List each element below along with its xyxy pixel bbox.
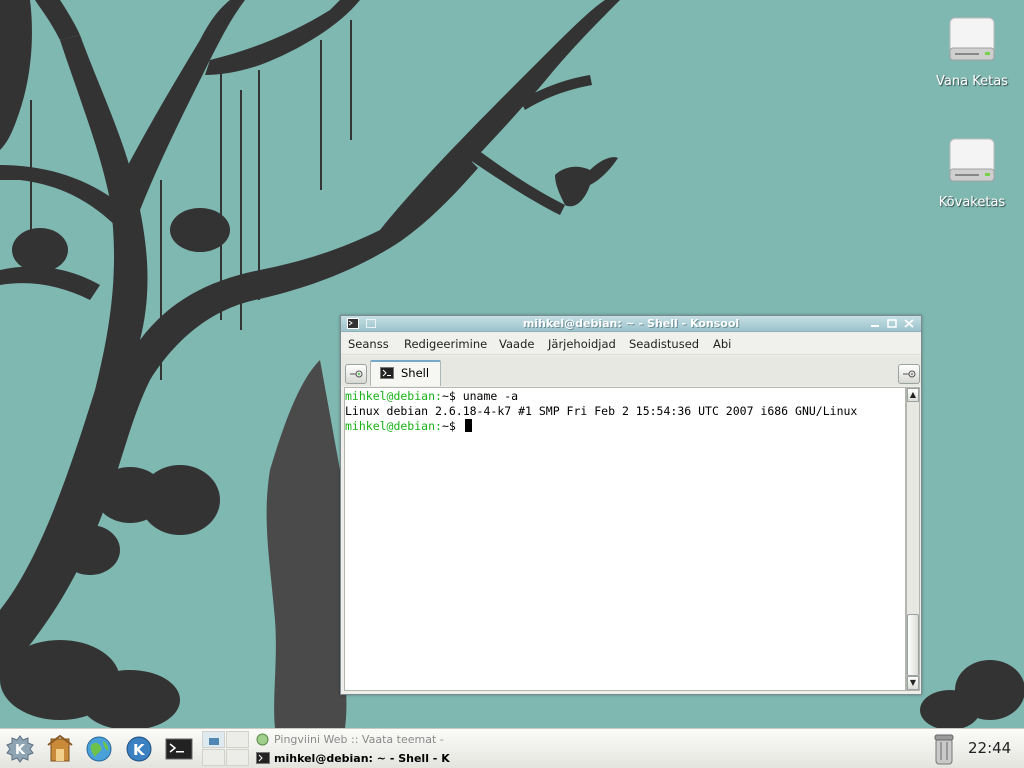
hard-drive-icon [949,17,995,61]
pager-desktop-3[interactable] [202,749,225,766]
terminal-line: mihkel@debian:~$ uname -a [345,389,905,404]
konsole-launcher-icon[interactable] [163,733,195,765]
tab-shell[interactable]: Shell [370,360,441,386]
menubar: Seanss Redigeerimine Vaade Järjehoidjad … [341,333,921,355]
terminal-task-icon [256,752,270,764]
minimize-icon[interactable] [869,318,881,329]
clock[interactable]: 22:44 [968,739,1011,757]
kde-menu-icon[interactable]: K [4,733,36,765]
menu-seanss[interactable]: Seanss [348,337,389,351]
desktop-icon-vana-ketas[interactable]: Vana Ketas [922,16,1022,89]
prompt: mihkel@debian: [345,419,442,433]
pager-desktop-1[interactable] [202,731,225,748]
terminal-line: Linux debian 2.6.18-4-k7 #1 SMP Fri Feb … [345,404,905,419]
hard-drive-icon [949,138,995,182]
trash-icon[interactable] [930,732,958,766]
desktop-icon-kovaketas[interactable]: Kõvaketas [922,137,1022,210]
prompt-suffix: ~$ [441,419,463,433]
home-folder-icon[interactable] [44,733,76,765]
menu-vaade[interactable]: Vaade [499,337,534,351]
desktop-icon-label: Vana Ketas [936,74,1008,89]
taskbar: K K Pingviini Web :: Vaata teemat - mihk… [0,728,1024,768]
web-browser-icon[interactable] [83,733,115,765]
terminal-output[interactable]: mihkel@debian:~$ uname -a Linux debian 2… [344,387,906,691]
task-label: mihkel@debian: ~ - Shell - K [274,752,450,765]
menu-abi[interactable]: Abi [713,337,731,351]
menu-redigeerimine[interactable]: Redigeerimine [404,337,487,351]
konsole-window[interactable]: mihkel@debian: ~ - Shell - Konsool Seans… [340,315,922,695]
command-text: ~$ uname -a [441,389,519,403]
tab-bar: Shell [341,356,921,386]
output-text: Linux debian 2.6.18-4-k7 #1 SMP Fri Feb … [345,404,858,418]
new-session-icon [350,370,363,378]
close-session-button[interactable] [898,364,920,384]
scroll-down-arrow-icon[interactable]: ▼ [907,676,919,690]
prompt: mihkel@debian: [345,389,442,403]
pager-desktop-2[interactable] [226,731,249,748]
desktop-icon-label: Kõvaketas [938,195,1006,210]
menu-seadistused[interactable]: Seadistused [629,337,699,351]
close-session-icon [903,370,916,378]
vertical-scrollbar[interactable]: ▲ ▼ [906,387,920,691]
window-titlebar[interactable]: mihkel@debian: ~ - Shell - Konsool [341,316,921,332]
maximize-icon[interactable] [886,318,898,329]
taskbar-task-active[interactable]: mihkel@debian: ~ - Shell - K [254,749,454,768]
terminal-line: mihkel@debian:~$ [345,419,905,434]
new-session-button[interactable] [345,364,367,384]
konqueror-k-icon[interactable]: K [123,733,155,765]
menu-jarjehoidjad[interactable]: Järjehoidjad [548,337,616,351]
text-cursor [464,419,472,432]
pager-desktop-4[interactable] [226,749,249,766]
scrollbar-thumb[interactable] [907,614,919,676]
svg-text:K: K [133,741,146,759]
taskbar-task[interactable]: Pingviini Web :: Vaata teemat - [254,730,454,749]
desktop-pager[interactable] [202,731,250,767]
terminal-icon [380,367,394,379]
task-label: Pingviini Web :: Vaata teemat - [274,733,444,746]
browser-task-icon [256,733,269,746]
tab-label: Shell [401,366,430,380]
svg-text:K: K [15,743,26,758]
window-title: mihkel@debian: ~ - Shell - Konsool [522,317,740,330]
scroll-up-arrow-icon[interactable]: ▲ [907,388,919,402]
close-icon[interactable] [903,318,915,329]
